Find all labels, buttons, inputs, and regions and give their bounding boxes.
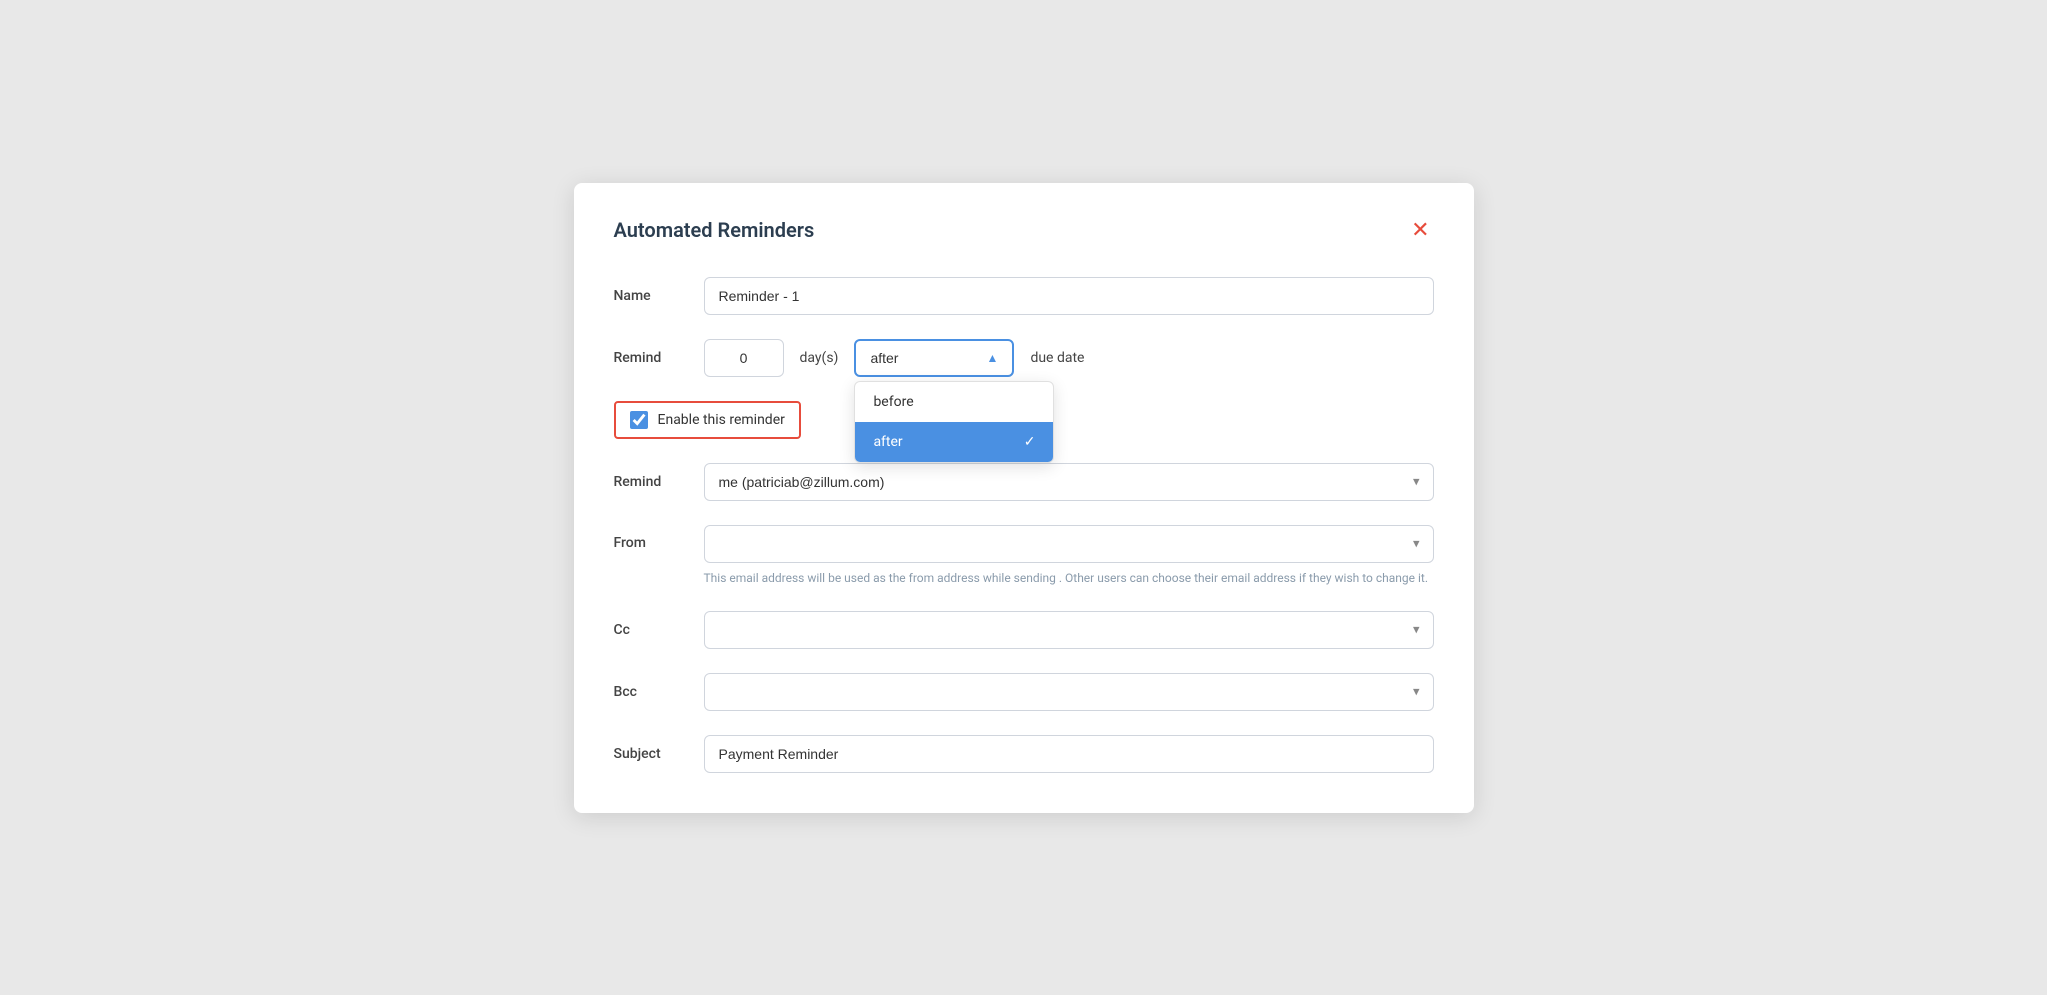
modal-title: Automated Reminders xyxy=(614,218,815,242)
subject-input[interactable] xyxy=(704,735,1434,773)
bcc-area: ▾ xyxy=(704,673,1434,711)
bcc-select-wrapper: ▾ xyxy=(704,673,1434,711)
days-unit: day(s) xyxy=(800,350,839,366)
option-after-label: after xyxy=(873,434,902,450)
modal-header: Automated Reminders ✕ xyxy=(614,215,1434,245)
option-before[interactable]: before xyxy=(855,382,1053,422)
subject-row: Subject xyxy=(614,735,1434,773)
option-after[interactable]: after ✓ xyxy=(855,422,1053,462)
cc-area: ▾ xyxy=(704,611,1434,649)
from-select-wrapper: ▾ xyxy=(704,525,1434,563)
remind2-row: Remind me (patriciab@zillum.com) ▾ xyxy=(614,463,1434,501)
cc-label: Cc xyxy=(614,622,704,638)
remind2-select[interactable]: me (patriciab@zillum.com) xyxy=(704,463,1434,501)
remind-row: Remind day(s) after ▲ before after ✓ xyxy=(614,339,1434,377)
timing-dropdown-button[interactable]: after ▲ xyxy=(854,339,1014,377)
days-input[interactable] xyxy=(704,339,784,377)
from-row: From ▾ This email address will be used a… xyxy=(614,525,1434,587)
cc-select[interactable] xyxy=(704,611,1434,649)
enable-reminder-label[interactable]: Enable this reminder xyxy=(614,401,801,439)
name-label: Name xyxy=(614,288,704,304)
due-date-label: due date xyxy=(1030,350,1084,366)
remind-controls: day(s) after ▲ before after ✓ due d xyxy=(704,339,1434,377)
name-input-area xyxy=(704,277,1434,315)
enable-reminder-checkbox[interactable] xyxy=(630,411,648,429)
from-select[interactable] xyxy=(704,525,1434,563)
bcc-row: Bcc ▾ xyxy=(614,673,1434,711)
from-area: ▾ This email address will be used as the… xyxy=(704,525,1434,587)
close-button[interactable]: ✕ xyxy=(1407,215,1433,245)
timing-dropdown-wrapper: after ▲ before after ✓ xyxy=(854,339,1014,377)
cc-row: Cc ▾ xyxy=(614,611,1434,649)
check-icon: ✓ xyxy=(1024,434,1036,450)
cc-select-wrapper: ▾ xyxy=(704,611,1434,649)
remind2-select-wrapper: me (patriciab@zillum.com) ▾ xyxy=(704,463,1434,501)
from-helper-text: This email address will be used as the f… xyxy=(704,569,1428,587)
option-before-label: before xyxy=(873,394,913,410)
chevron-up-icon: ▲ xyxy=(987,351,999,365)
timing-dropdown-menu: before after ✓ xyxy=(854,381,1054,463)
name-input[interactable] xyxy=(704,277,1434,315)
subject-label: Subject xyxy=(614,746,704,762)
remind2-label: Remind xyxy=(614,474,704,490)
bcc-label: Bcc xyxy=(614,684,704,700)
remind-label: Remind xyxy=(614,350,704,366)
automated-reminders-modal: Automated Reminders ✕ Name Remind day(s)… xyxy=(574,183,1474,813)
subject-area xyxy=(704,735,1434,773)
name-row: Name xyxy=(614,277,1434,315)
remind2-select-area: me (patriciab@zillum.com) ▾ xyxy=(704,463,1434,501)
from-label: From xyxy=(614,525,704,551)
enable-reminder-text: Enable this reminder xyxy=(658,412,785,428)
timing-selected-value: after xyxy=(870,350,898,366)
bcc-select[interactable] xyxy=(704,673,1434,711)
